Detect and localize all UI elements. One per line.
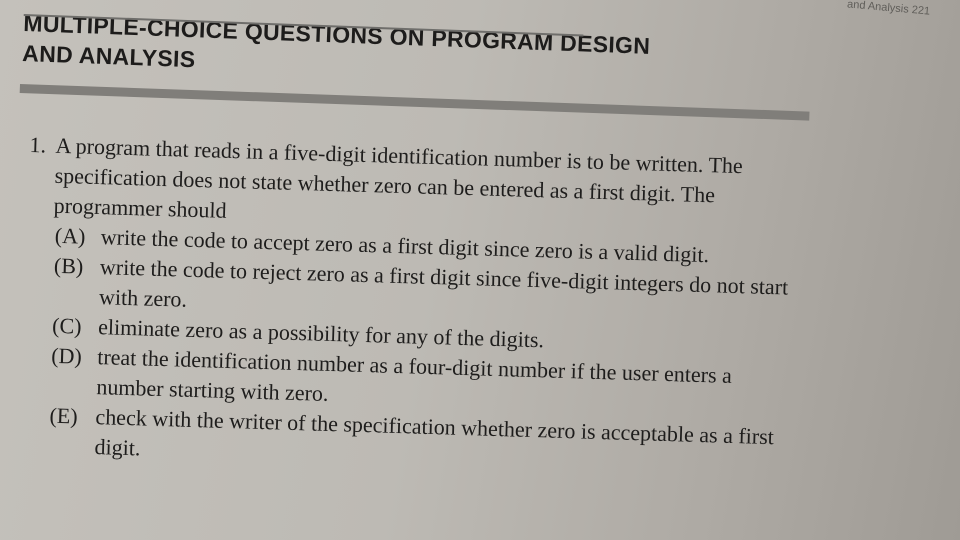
- choice-letter: (A): [54, 222, 86, 249]
- choice-letter: (D): [50, 342, 83, 369]
- question-number: 1.: [29, 131, 47, 158]
- choice-letter: (C): [51, 312, 82, 339]
- running-head: and Analysis 221: [846, 0, 931, 18]
- question-1: 1. A program that reads in a five-digit …: [20, 130, 849, 484]
- section-title: MULTIPLE-CHOICE QUESTIONS ON PROGRAM DES…: [22, 8, 804, 97]
- section-header: MULTIPLE-CHOICE QUESTIONS ON PROGRAM DES…: [22, 8, 804, 97]
- choice-letter: (E): [49, 402, 78, 429]
- section-title-line2: AND ANALYSIS: [21, 39, 196, 73]
- book-page: and Analysis 221 MULTIPLE-CHOICE QUESTIO…: [0, 0, 960, 540]
- choice-letter: (B): [53, 252, 84, 279]
